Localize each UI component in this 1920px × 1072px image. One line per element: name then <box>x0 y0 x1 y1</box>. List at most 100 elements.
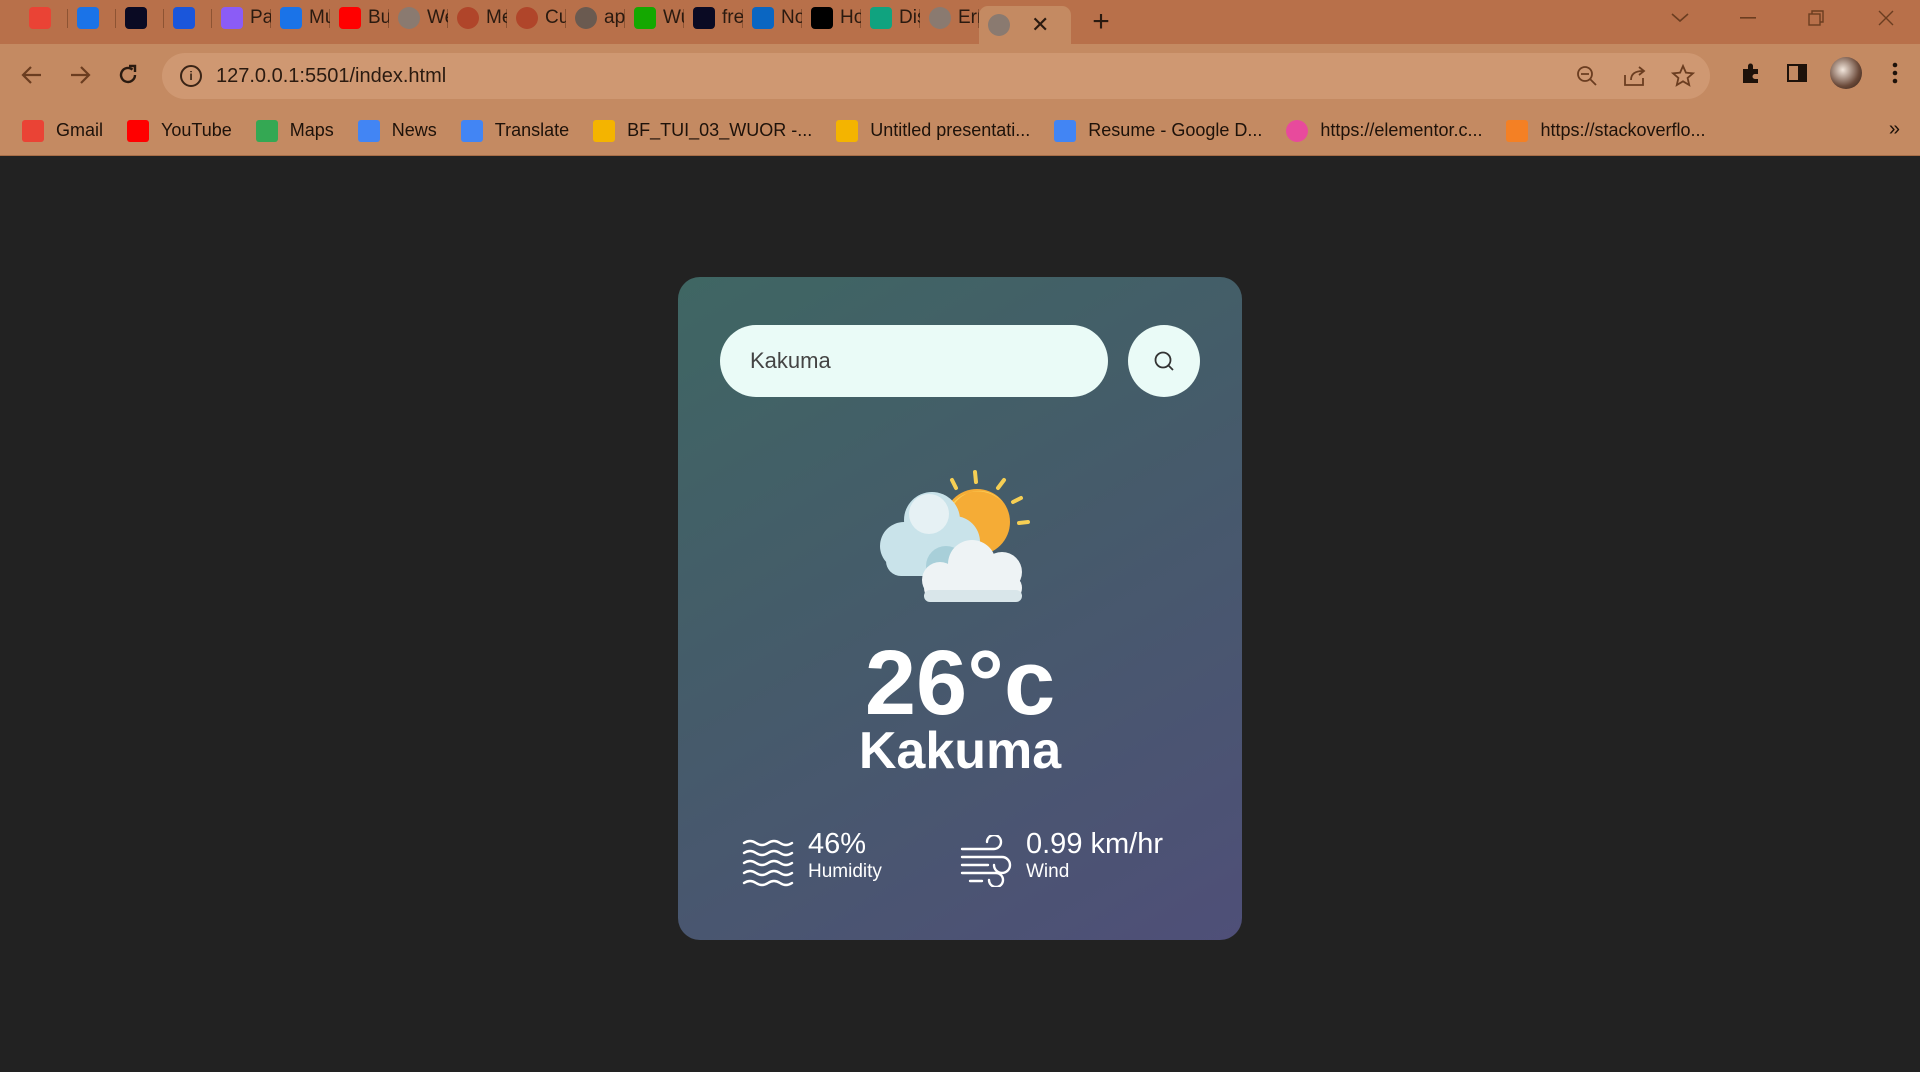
browser-tab[interactable]: Hor <box>802 0 861 36</box>
bookmark-label: https://stackoverflo... <box>1540 120 1706 140</box>
tab-title: Erro <box>958 7 979 28</box>
back-button[interactable] <box>14 57 50 93</box>
bookmark-item[interactable]: https://stackoverflo... <box>1506 119 1706 142</box>
freecodecamp-icon <box>125 7 147 29</box>
tab-title: Muf <box>309 7 330 28</box>
bookmarks-bar: Gmail YouTube Maps News Translate BF_TUI_03_W… <box>0 106 1920 156</box>
elementor-icon <box>1286 119 1309 142</box>
bookmark-label: News <box>391 120 437 140</box>
tab-title: Not <box>781 7 802 28</box>
linkedin-icon <box>752 7 774 29</box>
browser-tab[interactable] <box>68 0 116 36</box>
address-bar[interactable]: i 127.0.0.1:5501/index.html <box>162 53 1710 99</box>
browser-tab[interactable] <box>164 0 212 36</box>
globe-icon <box>575 7 597 29</box>
globe-icon <box>929 7 951 29</box>
globe-icon <box>398 7 420 29</box>
browser-toolbar: i 127.0.0.1:5501/index.html <box>0 44 1920 106</box>
pass-icon <box>221 7 243 29</box>
tab-title: Hor <box>840 7 861 28</box>
browser-tab[interactable]: free <box>684 0 743 36</box>
stackoverflow-icon <box>1506 119 1529 142</box>
browser-tab[interactable]: Not <box>743 0 802 36</box>
new-tab-button[interactable]: + <box>1081 4 1121 40</box>
bookmark-item[interactable]: Gmail <box>22 119 104 142</box>
bookmark-item[interactable]: BF_TUI_03_WUOR -... <box>593 119 812 142</box>
search-icon <box>1154 351 1174 371</box>
tab-title: Wea <box>427 7 448 28</box>
browser-tab[interactable]: Pass <box>212 0 271 36</box>
browser-tab[interactable]: Wu <box>625 0 684 36</box>
humidity-icon <box>742 839 794 887</box>
tab-title: Wu <box>663 7 684 28</box>
tab-active[interactable]: ✕ <box>979 6 1071 44</box>
browser-tab[interactable]: api. <box>566 0 625 36</box>
bookmark-item[interactable]: News <box>357 119 437 142</box>
bookmark-label: https://elementor.c... <box>1320 120 1483 140</box>
openai-icon <box>870 7 892 29</box>
humidity-value: 46% <box>808 828 867 860</box>
wind-icon <box>960 835 1012 887</box>
globe-icon <box>988 14 1010 36</box>
tab-search-icon[interactable] <box>1652 0 1708 36</box>
extensions-icon[interactable] <box>1738 60 1764 86</box>
bookmark-item[interactable]: Translate <box>460 119 569 142</box>
browser-tab[interactable]: Mer <box>448 0 507 36</box>
restore-button[interactable] <box>1788 0 1844 36</box>
close-tab-icon[interactable]: ✕ <box>1031 12 1049 38</box>
gmail-icon <box>29 7 51 29</box>
humidity-label: Humidity <box>808 860 882 882</box>
bookmark-label: Untitled presentati... <box>870 120 1031 140</box>
forward-button[interactable] <box>62 57 98 93</box>
city-search-input[interactable] <box>720 325 1108 397</box>
browser-tab[interactable]: Wea <box>389 0 448 36</box>
search-button[interactable] <box>1128 325 1200 397</box>
browser-tab[interactable]: Curr <box>507 0 566 36</box>
news-icon <box>357 119 380 142</box>
site-info-icon[interactable]: i <box>180 65 202 87</box>
tab-title: Mer <box>486 7 507 28</box>
side-panel-icon[interactable] <box>1784 60 1810 86</box>
menu-icon[interactable] <box>1882 60 1908 86</box>
humidity-block: 46% Humidity <box>742 828 882 887</box>
minimize-button[interactable] <box>1720 0 1776 36</box>
city-name: Kakuma <box>858 722 1062 780</box>
browser-tab[interactable]: Muf <box>271 0 330 36</box>
youtube-icon <box>127 119 150 142</box>
tab-title: Pass <box>250 7 271 28</box>
youtube-icon <box>339 7 361 29</box>
translate-icon <box>460 119 483 142</box>
maps-icon <box>255 119 278 142</box>
bookmark-item[interactable]: https://elementor.c... <box>1286 119 1483 142</box>
dsm-icon <box>280 7 302 29</box>
wind-value: 0.99 km/hr <box>1026 828 1163 860</box>
browser-tab[interactable]: Erro <box>920 0 979 36</box>
browser-tab[interactable]: Buil <box>330 0 389 36</box>
browser-tab[interactable] <box>20 0 68 36</box>
bookmark-item[interactable]: Resume - Google D... <box>1054 119 1263 142</box>
tab-title: api. <box>604 7 625 28</box>
weather-card: 26°c Kakuma 46% Humidity <box>678 277 1242 940</box>
globe-icon <box>516 7 538 29</box>
share-icon[interactable] <box>1622 63 1648 89</box>
bookmark-item[interactable]: Maps <box>255 119 334 142</box>
bookmark-label: Resume - Google D... <box>1088 120 1263 140</box>
bookmark-item[interactable]: YouTube <box>127 119 232 142</box>
freecodecamp-icon <box>693 7 715 29</box>
tab-title: Buil <box>368 7 389 28</box>
zoom-icon[interactable] <box>1574 63 1600 89</box>
reload-button[interactable] <box>110 57 146 93</box>
bookmark-star-icon[interactable] <box>1670 63 1696 89</box>
avatar[interactable] <box>1830 57 1862 89</box>
address-url[interactable]: 127.0.0.1:5501/index.html <box>216 65 446 88</box>
wind-label: Wind <box>1026 860 1070 882</box>
temperature-value: 26°c <box>864 632 1056 734</box>
bookmark-label: YouTube <box>161 120 232 140</box>
close-window-button[interactable] <box>1858 0 1914 36</box>
browser-tab[interactable] <box>116 0 164 36</box>
c-app-icon <box>173 7 195 29</box>
bookmarks-more-button[interactable]: » <box>1889 118 1900 141</box>
browser-tab[interactable]: Disp <box>861 0 920 36</box>
bookmark-label: Gmail <box>56 120 104 140</box>
bookmark-item[interactable]: Untitled presentati... <box>836 119 1031 142</box>
